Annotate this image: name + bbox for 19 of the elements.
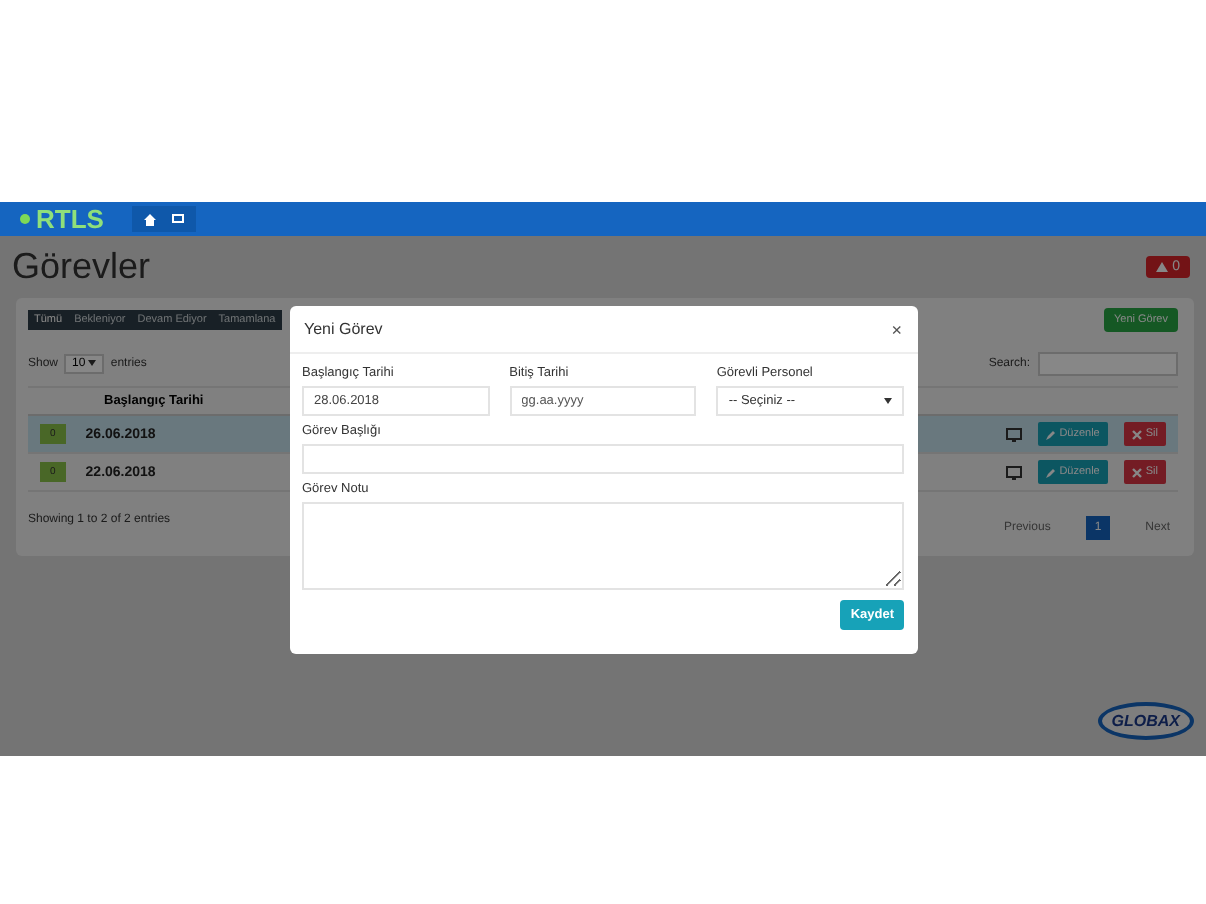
logo-icon bbox=[20, 214, 30, 224]
pencil-icon bbox=[1045, 467, 1056, 477]
company-logo: GLOBAX bbox=[1097, 702, 1194, 740]
pencil-icon bbox=[1045, 429, 1056, 439]
close-button[interactable]: × bbox=[891, 319, 902, 339]
brand-name: RTLS bbox=[36, 204, 104, 234]
monitor-icon bbox=[1005, 465, 1022, 479]
nav-bar-icons[interactable] bbox=[131, 206, 196, 232]
caret-icon bbox=[883, 398, 892, 404]
modal-title: Yeni Görev bbox=[304, 320, 383, 338]
close-icon bbox=[1131, 429, 1142, 439]
home-icon bbox=[143, 213, 156, 225]
note-field[interactable] bbox=[302, 502, 904, 590]
page-title: Görevler bbox=[12, 246, 151, 288]
close-icon bbox=[1131, 467, 1142, 477]
monitor-icon bbox=[1005, 427, 1022, 441]
search-field[interactable] bbox=[1038, 352, 1178, 376]
title-field[interactable] bbox=[302, 444, 904, 474]
caret-icon bbox=[88, 360, 97, 366]
